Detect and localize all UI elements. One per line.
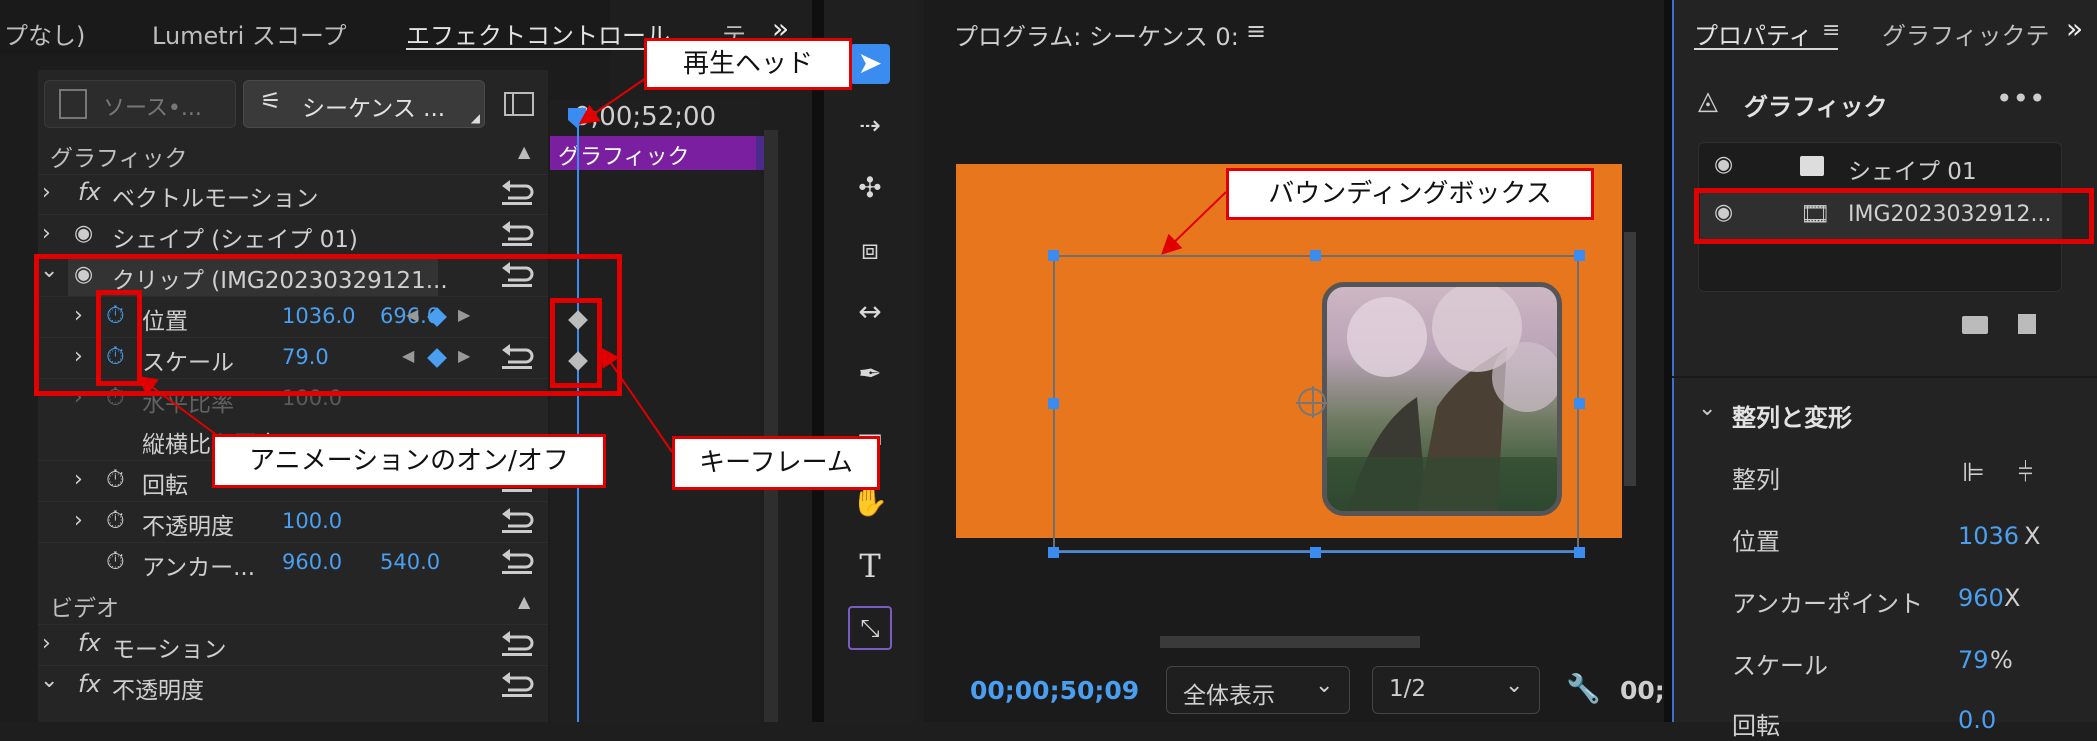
- arrow-playhead: [578, 77, 647, 125]
- arrow-bounding-box: [1161, 191, 1227, 255]
- arrow-keyframe: [599, 346, 673, 453]
- arrow-animation-toggle: [136, 375, 219, 437]
- annotation-arrows: [136, 77, 1227, 453]
